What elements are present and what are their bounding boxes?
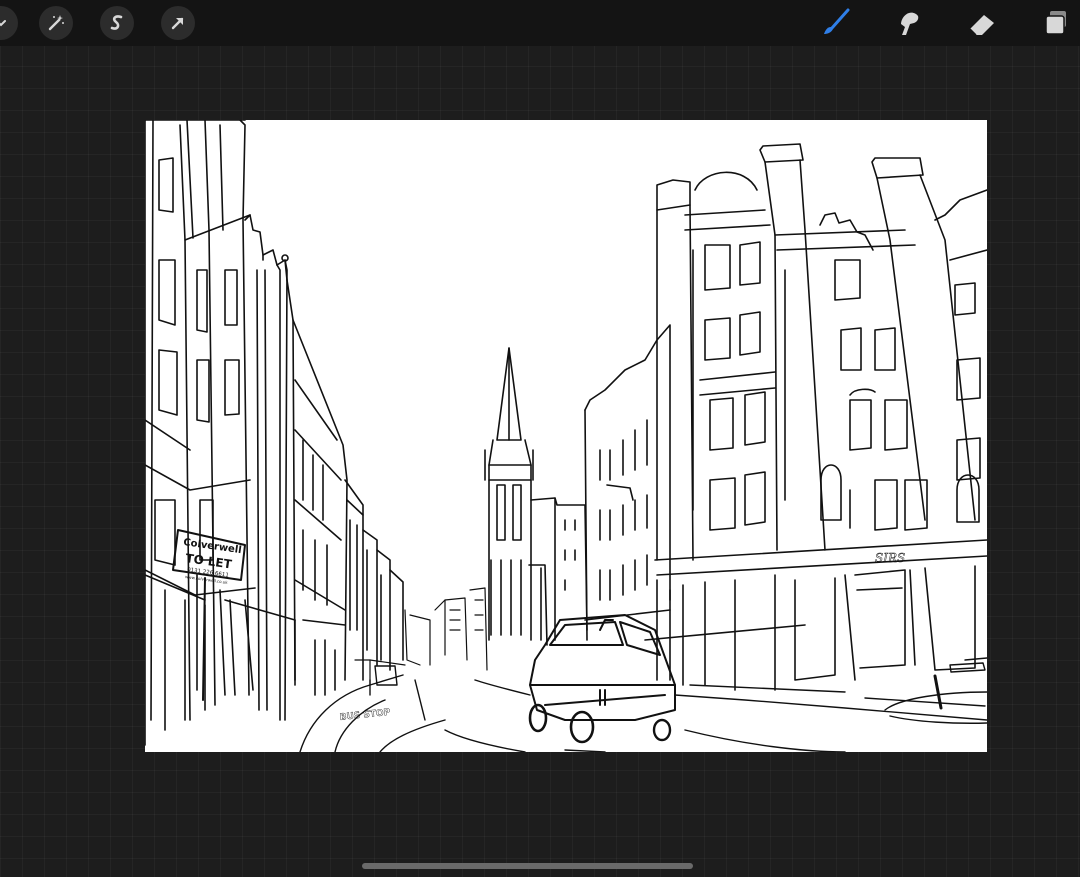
home-indicator[interactable] — [362, 863, 693, 869]
church-spire — [484, 347, 588, 646]
taxi-cab — [528, 614, 676, 744]
top-toolbar — [0, 0, 1080, 46]
eraser-icon[interactable] — [965, 6, 999, 40]
smudge-icon[interactable] — [891, 6, 925, 40]
left-buildings — [145, 120, 404, 746]
shop-sign-text: SIRS — [875, 551, 905, 565]
road-marking-text: BUS STOP — [339, 708, 391, 723]
right-buildings — [584, 143, 987, 691]
chevron-down-icon[interactable] — [0, 6, 18, 40]
layers-icon[interactable] — [1039, 6, 1073, 40]
drawing-canvas[interactable]: Colverwell TO LET 0131 226 6611 www.colv… — [145, 120, 987, 752]
brush-icon[interactable] — [818, 6, 852, 40]
magic-wand-icon[interactable] — [39, 6, 73, 40]
street — [299, 657, 987, 752]
selection-s-icon[interactable] — [100, 6, 134, 40]
procreate-app: Colverwell TO LET 0131 226 6611 www.colv… — [0, 0, 1080, 877]
arrow-cursor-icon[interactable] — [161, 6, 195, 40]
